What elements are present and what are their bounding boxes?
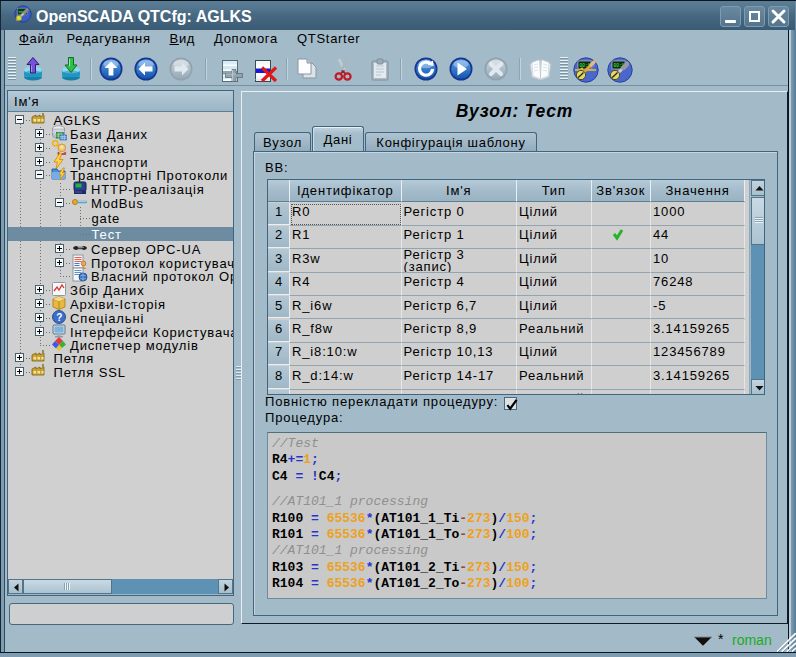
svg-text:?: ? [56,312,63,323]
